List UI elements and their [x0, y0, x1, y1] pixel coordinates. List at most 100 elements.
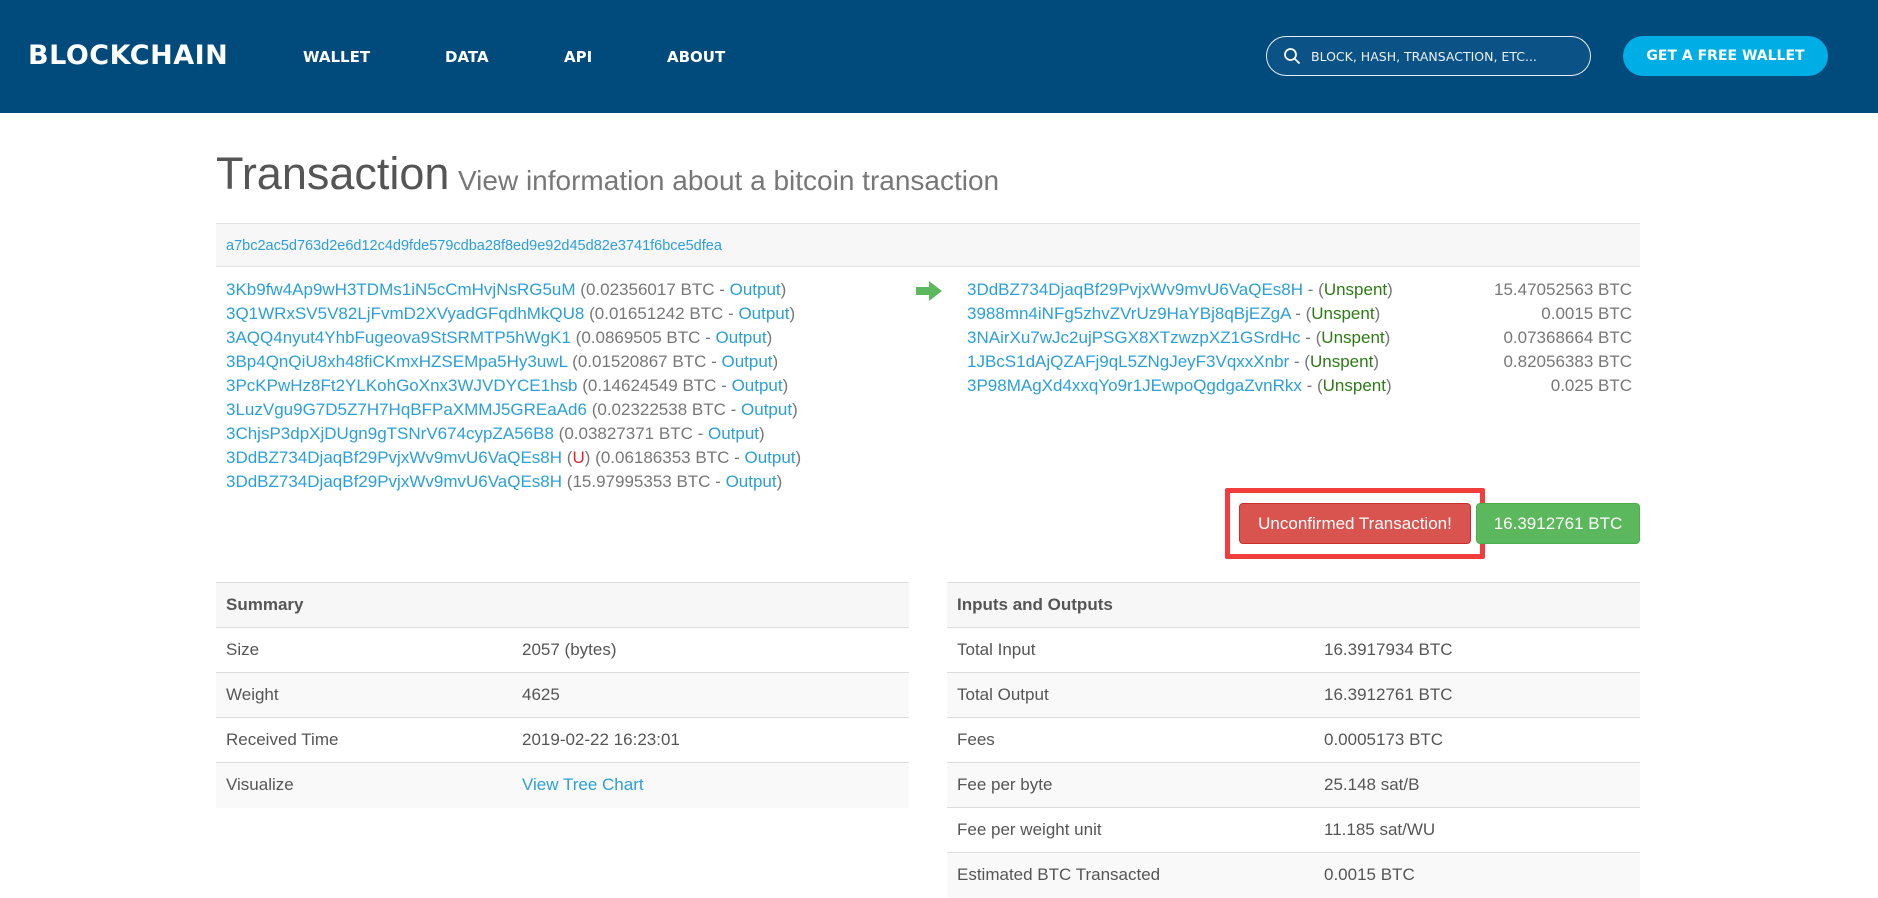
outputs-list: 3DdBZ734DjaqBf29PvjxWv9mvU6VaQEs8H - (Un…: [967, 278, 1632, 398]
output-address-link[interactable]: 3P98MAgXd4xxqYo9r1JEwpoQgdgaZvnRkx: [967, 376, 1302, 395]
nav-api[interactable]: API: [564, 48, 592, 66]
input-amount: 0.02322538 BTC: [597, 400, 726, 419]
table-row: Weight 4625: [216, 672, 909, 718]
output-row: 1JBcS1dAjQZAFj9qL5ZNgJeyF3VqxxXnbr - (Un…: [967, 350, 1632, 374]
output-link[interactable]: Output: [730, 280, 781, 299]
table-row: Total Input 16.3917934 BTC: [947, 627, 1640, 673]
estimated-btc-label: Estimated BTC Transacted: [947, 852, 1314, 898]
inputs-outputs-header: Inputs and Outputs: [947, 582, 1640, 628]
output-status: Unspent: [1323, 280, 1388, 299]
input-amount: 0.14624549 BTC: [587, 376, 717, 395]
input-row: 3Kb9fw4Ap9wH3TDMs1iN5cCmHvjNsRG5uM (0.02…: [226, 278, 801, 302]
unconfirmed-transaction-button[interactable]: Unconfirmed Transaction!: [1239, 503, 1471, 544]
input-amount-close: ): [792, 400, 798, 419]
table-row: Visualize View Tree Chart: [216, 762, 909, 808]
input-amount-open: (0.01651242 BTC -: [589, 304, 739, 323]
input-row: 3DdBZ734DjaqBf29PvjxWv9mvU6VaQEs8H (15.9…: [226, 470, 801, 494]
output-link[interactable]: Output: [732, 376, 783, 395]
output-link[interactable]: Output: [744, 448, 795, 467]
page-subtitle: View information about a bitcoin transac…: [458, 165, 1000, 196]
input-address-link[interactable]: 3Bp4QnQiU8xh48fiCKmxHZSEMpa5Hy3uwL: [226, 352, 567, 371]
total-amount-button[interactable]: 16.3912761 BTC: [1476, 503, 1640, 544]
nav-about[interactable]: ABOUT: [667, 48, 725, 66]
output-status-wrap: - (Unspent): [1289, 352, 1379, 371]
output-link[interactable]: Output: [721, 352, 772, 371]
nav-wallet[interactable]: WALLET: [303, 48, 370, 66]
output-link[interactable]: Output: [741, 400, 792, 419]
input-amount-open: (0.02356017 BTC -: [580, 280, 730, 299]
input-amount-open: (15.97995353 BTC -: [566, 472, 726, 491]
input-amount: 0.01520867 BTC: [577, 352, 707, 371]
input-address-link[interactable]: 3DdBZ734DjaqBf29PvjxWv9mvU6VaQEs8H: [226, 448, 562, 467]
table-row: Total Output 16.3912761 BTC: [947, 672, 1640, 718]
input-address-link[interactable]: 3Q1WRxSV5V82LjFvmD2XVyadGFqdhMkQU8: [226, 304, 584, 323]
right-arrow-icon: [916, 281, 942, 301]
summary-weight-value: 4625: [512, 672, 909, 718]
table-row: Received Time 2019-02-22 16:23:01: [216, 717, 909, 763]
output-link[interactable]: Output: [708, 424, 759, 443]
input-address-link[interactable]: 3Kb9fw4Ap9wH3TDMs1iN5cCmHvjNsRG5uM: [226, 280, 576, 299]
output-address-link[interactable]: 3988mn4iNFg5zhvZVrUz9HaYBj8qBjEZgA: [967, 304, 1290, 323]
output-status: Unspent: [1311, 304, 1375, 323]
output-link[interactable]: Output: [716, 328, 767, 347]
input-amount-open: (0.02322538 BTC -: [591, 400, 742, 419]
input-amount-open: (0.0869505 BTC -: [575, 328, 716, 347]
fees-label: Fees: [947, 717, 1314, 763]
fee-per-byte-value: 25.148 sat/B: [1314, 762, 1640, 808]
summary-visualize-label: Visualize: [216, 762, 512, 808]
view-tree-chart-link[interactable]: View Tree Chart: [522, 775, 644, 794]
output-link[interactable]: Output: [726, 472, 777, 491]
table-row: Fee per byte 25.148 sat/B: [947, 762, 1640, 808]
input-row: 3AQQ4nyut4YhbFugeova9StSRMTP5hWgK1 (0.08…: [226, 326, 801, 350]
unconfirmed-flag: (U): [566, 448, 591, 467]
summary-size-label: Size: [216, 627, 512, 673]
output-address-link[interactable]: 1JBcS1dAjQZAFj9qL5ZNgJeyF3VqxxXnbr: [967, 352, 1289, 371]
output-amount: 0.07368664 BTC: [1503, 328, 1632, 347]
unconfirmed-flag-letter: U: [572, 448, 585, 467]
input-address-link[interactable]: 3PcKPwHz8Ft2YLKohGoXnx3WJVDYCE1hsb: [226, 376, 578, 395]
input-amount: 15.97995353 BTC: [572, 472, 711, 491]
input-amount: 0.0869505 BTC: [581, 328, 701, 347]
input-row: 3DdBZ734DjaqBf29PvjxWv9mvU6VaQEs8H (U) (…: [226, 446, 801, 470]
output-status: Unspent: [1309, 352, 1374, 371]
table-row: Fee per weight unit 11.185 sat/WU: [947, 807, 1640, 853]
input-address-link[interactable]: 3AQQ4nyut4YhbFugeova9StSRMTP5hWgK1: [226, 328, 571, 347]
output-link[interactable]: Output: [738, 304, 789, 323]
search-icon: [1284, 48, 1300, 64]
input-address-link[interactable]: 3DdBZ734DjaqBf29PvjxWv9mvU6VaQEs8H: [226, 472, 562, 491]
fees-value: 0.0005173 BTC: [1314, 717, 1640, 763]
input-amount-close: ): [795, 448, 802, 467]
input-amount-close: ): [776, 472, 783, 491]
input-amount: 0.06186353 BTC: [600, 448, 730, 467]
nav-data[interactable]: DATA: [445, 48, 489, 66]
input-amount-close: ): [780, 280, 787, 299]
table-row: Size 2057 (bytes): [216, 627, 909, 673]
input-amount-close: ): [782, 376, 789, 395]
top-navbar: BLOCKCHAIN WALLET DATA API ABOUT GET A F…: [0, 0, 1878, 113]
input-amount: 0.02356017 BTC: [585, 280, 715, 299]
fee-per-byte-label: Fee per byte: [947, 762, 1314, 808]
output-status-wrap: - (Unspent): [1301, 376, 1392, 395]
blockchain-logo[interactable]: BLOCKCHAIN: [28, 40, 228, 71]
output-row: 3NAirXu7wJc2ujPSGX8XTzwzpXZ1GSrdHc - (Un…: [967, 326, 1632, 350]
total-output-label: Total Output: [947, 672, 1314, 718]
input-amount-open: (0.06186353 BTC -: [595, 448, 745, 467]
inputs-outputs-table: Inputs and Outputs Total Input 16.3917934…: [947, 582, 1640, 898]
transaction-hash-link[interactable]: a7bc2ac5d763d2e6d12c4d9fde579cdba28f8ed9…: [226, 238, 722, 254]
total-output-value: 16.3912761 BTC: [1314, 672, 1640, 718]
output-status: Unspent: [1321, 328, 1385, 347]
summary-received-time-value: 2019-02-22 16:23:01: [512, 717, 909, 763]
search-input[interactable]: [1311, 48, 1581, 64]
get-free-wallet-button[interactable]: GET A FREE WALLET: [1623, 36, 1828, 76]
search-box[interactable]: [1266, 36, 1591, 76]
output-status-wrap: - (Unspent): [1290, 304, 1381, 323]
input-address-link[interactable]: 3ChjsP3dpXjDUgn9gTSNrV674cypZA56B8: [226, 424, 554, 443]
output-amount: 0.0015 BTC: [1541, 304, 1632, 323]
fee-per-weight-label: Fee per weight unit: [947, 807, 1314, 853]
input-address-link[interactable]: 3LuzVgu9G7D5Z7H7HqBFPaXMMJ5GREaAd6: [226, 400, 587, 419]
input-amount-open: (0.14624549 BTC -: [582, 376, 732, 395]
summary-table: Summary Size 2057 (bytes) Weight 4625 Rece…: [216, 582, 909, 808]
output-address-link[interactable]: 3NAirXu7wJc2ujPSGX8XTzwzpXZ1GSrdHc: [967, 328, 1301, 347]
summary-size-value: 2057 (bytes): [512, 627, 909, 673]
output-address-link[interactable]: 3DdBZ734DjaqBf29PvjxWv9mvU6VaQEs8H: [967, 280, 1303, 299]
